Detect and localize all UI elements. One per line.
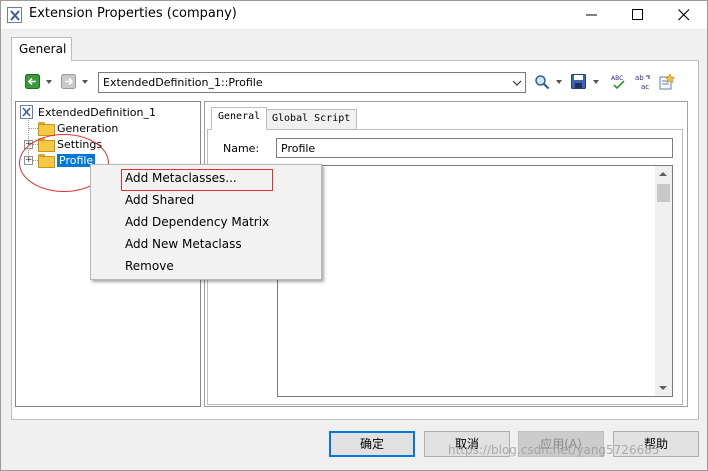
name-input[interactable]: Profile bbox=[276, 138, 673, 158]
extension-definition-icon bbox=[20, 105, 33, 119]
name-label: Name: bbox=[223, 142, 260, 155]
tree-item-label: Generation bbox=[57, 121, 119, 135]
minimize-icon bbox=[586, 14, 597, 16]
maximize-button[interactable] bbox=[615, 1, 661, 29]
back-arrow-icon[interactable] bbox=[25, 74, 41, 90]
window-title: Extension Properties (company) bbox=[29, 6, 237, 21]
properties-icon[interactable] bbox=[658, 73, 676, 90]
vertical-scrollbar[interactable] bbox=[655, 166, 672, 396]
svg-text:ab: ab bbox=[635, 74, 644, 82]
context-menu: Add Metaclasses... Add Shared Add Depend… bbox=[90, 164, 322, 280]
svg-text:ac: ac bbox=[641, 83, 649, 91]
extension-file-icon bbox=[7, 7, 22, 23]
save-icon[interactable] bbox=[571, 74, 587, 90]
chevron-down-icon bbox=[512, 80, 521, 86]
path-combobox[interactable]: ExtendedDefinition_1::Profile bbox=[98, 72, 526, 93]
close-button[interactable] bbox=[661, 1, 707, 29]
scroll-up-icon[interactable] bbox=[659, 172, 667, 176]
combo-dropdown-button[interactable] bbox=[508, 73, 525, 92]
tree-item-generation[interactable]: Generation bbox=[38, 120, 118, 136]
tree-root-label: ExtendedDefinition_1 bbox=[38, 105, 157, 119]
back-dropdown-arrow[interactable] bbox=[46, 80, 52, 84]
minimize-button[interactable] bbox=[569, 1, 615, 29]
scroll-down-icon[interactable] bbox=[659, 386, 667, 390]
scroll-thumb[interactable] bbox=[657, 184, 670, 202]
title-bar: Extension Properties (company) bbox=[1, 1, 707, 29]
menu-item-add-dependency-matrix[interactable]: Add Dependency Matrix bbox=[92, 211, 320, 233]
save-dropdown-arrow[interactable] bbox=[593, 80, 599, 84]
watermark: https://blog.csdn.net/yang5726685 bbox=[448, 443, 660, 457]
menu-item-remove[interactable]: Remove bbox=[92, 255, 320, 277]
tree-root[interactable]: ExtendedDefinition_1 bbox=[20, 104, 156, 120]
forward-dropdown-arrow[interactable] bbox=[82, 80, 88, 84]
folder-icon bbox=[38, 122, 55, 136]
tab-inner-general[interactable]: General bbox=[211, 107, 268, 130]
tab-global-script[interactable]: Global Script bbox=[265, 109, 358, 129]
path-value: ExtendedDefinition_1::Profile bbox=[103, 76, 263, 89]
extension-properties-dialog: Extension Properties (company) General E… bbox=[0, 0, 708, 471]
close-icon bbox=[678, 9, 690, 21]
menu-item-add-shared[interactable]: Add Shared bbox=[92, 189, 320, 211]
menu-item-add-metaclasses[interactable]: Add Metaclasses... bbox=[92, 167, 320, 191]
tab-general[interactable]: General bbox=[11, 37, 72, 61]
find-dropdown-arrow[interactable] bbox=[556, 80, 562, 84]
maximize-icon bbox=[632, 9, 643, 20]
script-textarea[interactable] bbox=[277, 165, 673, 397]
forward-arrow-icon[interactable] bbox=[61, 74, 77, 90]
svg-text:ABC: ABC bbox=[611, 75, 623, 82]
find-icon[interactable] bbox=[534, 74, 550, 90]
replace-icon[interactable]: ab ac bbox=[634, 73, 650, 91]
spell-check-icon[interactable]: ABC bbox=[610, 73, 626, 90]
menu-item-add-new-metaclass[interactable]: Add New Metaclass bbox=[92, 233, 320, 255]
ok-button[interactable]: 确定 bbox=[329, 431, 415, 457]
